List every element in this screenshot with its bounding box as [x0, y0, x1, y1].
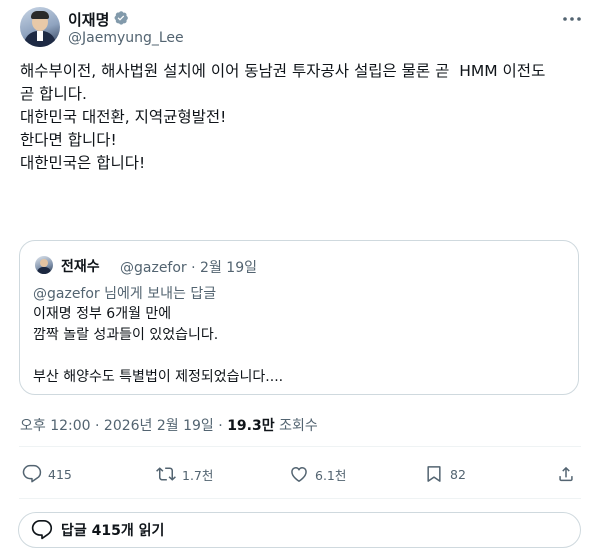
separator-dot: · — [191, 260, 196, 276]
separator-dot: · — [213, 418, 228, 434]
tweet-date[interactable]: 2026년 2월 19일 — [104, 418, 214, 434]
quoted-author-meta: @gazefor · 2월 19일 — [120, 257, 257, 277]
quoted-author-avatar — [35, 256, 53, 274]
read-replies-button[interactable]: 답글 415개 읽기 — [18, 512, 581, 548]
separator-dot: · — [90, 418, 104, 434]
heart-icon — [291, 467, 307, 482]
tweet-line: 대한민국 대전환, 지역균형발전! — [20, 108, 227, 126]
reply-count: 415 — [48, 466, 72, 482]
like-button[interactable]: 6.1천 — [289, 462, 346, 486]
quoted-line: 부산 해양수도 특별법이 제정되었습니다.... — [33, 369, 284, 385]
read-replies-label: 답글 415개 읽기 — [61, 523, 165, 539]
author-avatar[interactable] — [20, 7, 60, 47]
reply-context-suffix: 님에게 보내는 답글 — [99, 286, 217, 302]
bookmark-icon — [427, 466, 441, 482]
quoted-tweet-date: 2월 19일 — [200, 260, 257, 276]
reply-bubble-icon — [31, 520, 53, 540]
more-options-icon[interactable] — [562, 14, 582, 24]
reply-mention-link[interactable]: @gazefor — [33, 286, 100, 302]
tweet-line: 해수부이전, 해사법원 설치에 이어 동남권 투자공사 설립은 물론 곧 HMM… — [20, 62, 546, 80]
tweet-line: 대한민국은 합니다! — [20, 154, 146, 172]
reply-button[interactable]: 415 — [22, 462, 72, 486]
like-count: 6.1천 — [315, 467, 347, 483]
retweet-count: 1.7천 — [182, 467, 214, 483]
quoted-author-name: 전재수 — [61, 259, 100, 275]
verified-badge-icon — [114, 11, 128, 25]
view-count-label: 조회수 — [274, 418, 318, 434]
author-name[interactable]: 이재명 — [68, 9, 109, 30]
share-button[interactable] — [556, 462, 576, 486]
quoted-line — [33, 346, 573, 367]
tweet-text: 해수부이전, 해사법원 설치에 이어 동남권 투자공사 설립은 물론 곧 HMM… — [20, 60, 580, 175]
share-icon — [559, 466, 573, 482]
tweet-line: 곧 합니다. — [20, 85, 87, 103]
divider — [19, 498, 581, 499]
retweet-icon — [156, 467, 176, 481]
bookmark-count: 82 — [450, 466, 466, 482]
reply-context: @gazefor 님에게 보내는 답글 — [33, 283, 216, 303]
tweet-timestamp: 오후 12:00 · 2026년 2월 19일 · 19.3만 조회수 — [20, 415, 318, 435]
quoted-line: 깜짝 놀랄 성과들이 있었습니다. — [33, 327, 219, 343]
reply-icon — [22, 464, 42, 483]
quoted-line: 이재명 정부 6개월 만에 — [33, 306, 172, 322]
tweet-line: 한다면 합니다! — [20, 131, 117, 149]
quoted-author-handle: @gazefor — [120, 260, 187, 276]
divider — [19, 446, 581, 447]
author-handle[interactable]: @Jaemyung_Lee — [68, 30, 184, 46]
tweet-time[interactable]: 오후 12:00 — [20, 418, 91, 434]
quoted-tweet-text: 이재명 정부 6개월 만에 깜짝 놀랄 성과들이 있었습니다. 부산 해양수도 … — [33, 304, 573, 388]
retweet-button[interactable]: 1.7천 — [156, 462, 213, 486]
view-count: 19.3만 — [227, 418, 275, 434]
bookmark-button[interactable]: 82 — [424, 462, 466, 486]
